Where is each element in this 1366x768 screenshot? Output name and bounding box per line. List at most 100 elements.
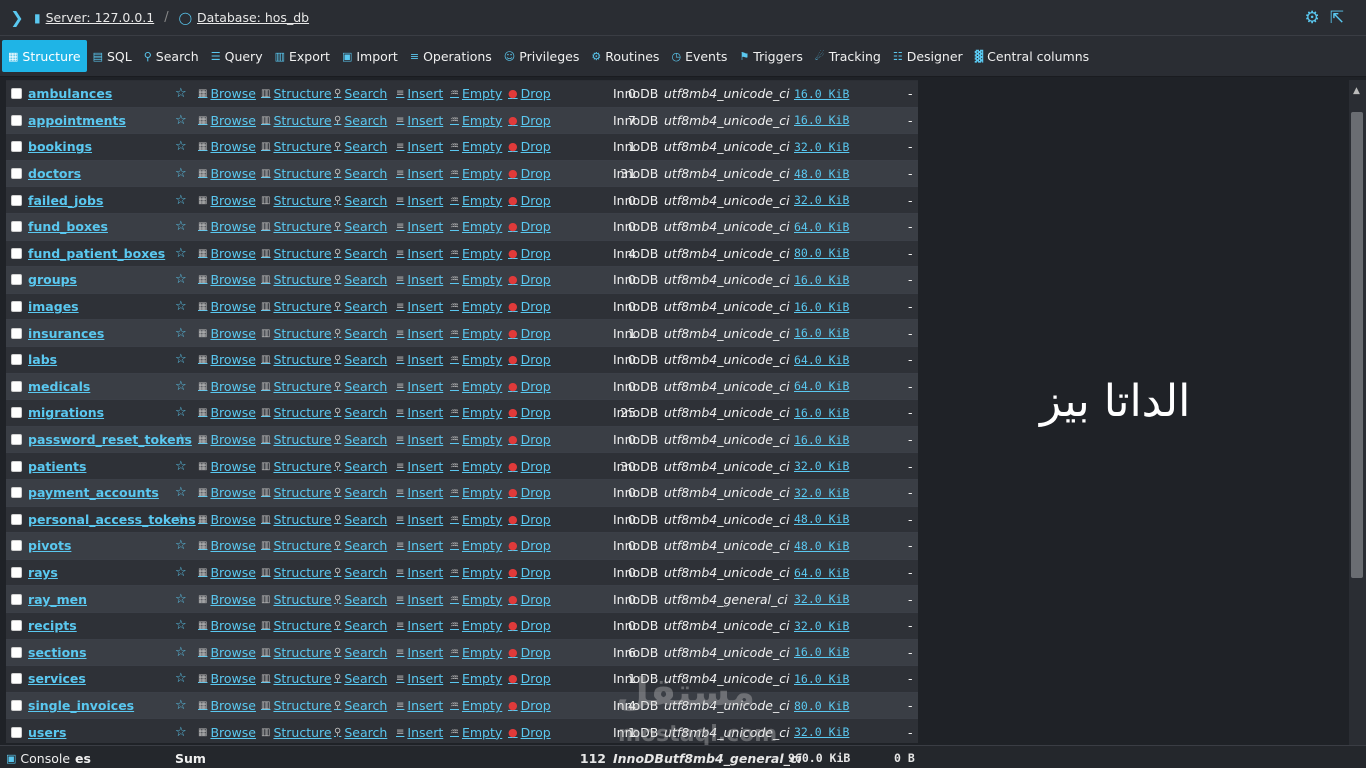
insert-action[interactable]: ≡ Insert bbox=[396, 352, 443, 367]
browse-action[interactable]: ▦ Browse bbox=[198, 645, 256, 660]
search-action[interactable]: ⚲ Search bbox=[334, 219, 387, 234]
row-checkbox[interactable] bbox=[11, 380, 22, 392]
browse-action[interactable]: ▦ Browse bbox=[198, 698, 256, 713]
search-action[interactable]: ⚲ Search bbox=[334, 352, 387, 367]
insert-action[interactable]: ≡ Insert bbox=[396, 113, 443, 128]
empty-action[interactable]: ♒ Empty bbox=[450, 193, 502, 208]
structure-action[interactable]: ▥ Structure bbox=[261, 565, 332, 580]
row-checkbox[interactable] bbox=[11, 673, 22, 685]
table-name-link[interactable]: personal_access_tokens bbox=[28, 512, 196, 527]
table-name-link[interactable]: patients bbox=[28, 459, 86, 474]
favorite-star-icon[interactable]: ☆ bbox=[175, 139, 187, 154]
chevron-right-icon[interactable]: ❯ bbox=[0, 0, 34, 36]
breadcrumb-server[interactable]: ▮ Server: 127.0.0.1 bbox=[34, 10, 154, 25]
empty-action[interactable]: ♒ Empty bbox=[450, 379, 502, 394]
row-checkbox[interactable] bbox=[11, 327, 22, 339]
row-checkbox[interactable] bbox=[11, 700, 22, 712]
row-checkbox[interactable] bbox=[11, 434, 22, 446]
empty-action[interactable]: ♒ Empty bbox=[450, 645, 502, 660]
drop-action[interactable]: ● Drop bbox=[508, 698, 551, 713]
table-name-link[interactable]: ambulances bbox=[28, 86, 112, 101]
insert-action[interactable]: ≡ Insert bbox=[396, 86, 443, 101]
search-action[interactable]: ⚲ Search bbox=[334, 379, 387, 394]
tab-search[interactable]: ⚲ Search bbox=[138, 40, 205, 72]
empty-action[interactable]: ♒ Empty bbox=[450, 565, 502, 580]
tab-events[interactable]: ◷ Events bbox=[665, 40, 733, 72]
insert-action[interactable]: ≡ Insert bbox=[396, 272, 443, 287]
empty-action[interactable]: ♒ Empty bbox=[450, 326, 502, 341]
size-link[interactable]: 48.0 KiB bbox=[794, 539, 849, 553]
insert-action[interactable]: ≡ Insert bbox=[396, 379, 443, 394]
tab-sql[interactable]: ▤ SQL bbox=[87, 40, 138, 72]
empty-action[interactable]: ♒ Empty bbox=[450, 698, 502, 713]
browse-action[interactable]: ▦ Browse bbox=[198, 246, 256, 261]
drop-action[interactable]: ● Drop bbox=[508, 139, 551, 154]
search-action[interactable]: ⚲ Search bbox=[334, 246, 387, 261]
structure-action[interactable]: ▥ Structure bbox=[261, 485, 332, 500]
favorite-star-icon[interactable]: ☆ bbox=[175, 113, 187, 128]
structure-action[interactable]: ▥ Structure bbox=[261, 166, 332, 181]
browse-action[interactable]: ▦ Browse bbox=[198, 139, 256, 154]
size-link[interactable]: 16.0 KiB bbox=[794, 273, 849, 287]
structure-action[interactable]: ▥ Structure bbox=[261, 272, 332, 287]
drop-action[interactable]: ● Drop bbox=[508, 592, 551, 607]
empty-action[interactable]: ♒ Empty bbox=[450, 725, 502, 740]
size-link[interactable]: 32.0 KiB bbox=[794, 486, 849, 500]
browse-action[interactable]: ▦ Browse bbox=[198, 538, 256, 553]
search-action[interactable]: ⚲ Search bbox=[334, 485, 387, 500]
row-checkbox[interactable] bbox=[11, 194, 22, 206]
favorite-star-icon[interactable]: ☆ bbox=[175, 379, 187, 394]
size-link[interactable]: 32.0 KiB bbox=[794, 725, 849, 739]
structure-action[interactable]: ▥ Structure bbox=[261, 86, 332, 101]
structure-action[interactable]: ▥ Structure bbox=[261, 219, 332, 234]
row-checkbox[interactable] bbox=[11, 620, 22, 632]
browse-action[interactable]: ▦ Browse bbox=[198, 485, 256, 500]
row-checkbox[interactable] bbox=[11, 274, 22, 286]
drop-action[interactable]: ● Drop bbox=[508, 538, 551, 553]
drop-action[interactable]: ● Drop bbox=[508, 565, 551, 580]
insert-action[interactable]: ≡ Insert bbox=[396, 405, 443, 420]
table-name-link[interactable]: bookings bbox=[28, 139, 92, 154]
size-link[interactable]: 16.0 KiB bbox=[794, 300, 849, 314]
empty-action[interactable]: ♒ Empty bbox=[450, 272, 502, 287]
table-name-link[interactable]: ray_men bbox=[28, 592, 87, 607]
browse-action[interactable]: ▦ Browse bbox=[198, 405, 256, 420]
browse-action[interactable]: ▦ Browse bbox=[198, 512, 256, 527]
search-action[interactable]: ⚲ Search bbox=[334, 459, 387, 474]
structure-action[interactable]: ▥ Structure bbox=[261, 139, 332, 154]
browse-action[interactable]: ▦ Browse bbox=[198, 299, 256, 314]
drop-action[interactable]: ● Drop bbox=[508, 485, 551, 500]
favorite-star-icon[interactable]: ☆ bbox=[175, 432, 187, 447]
empty-action[interactable]: ♒ Empty bbox=[450, 299, 502, 314]
browse-action[interactable]: ▦ Browse bbox=[198, 432, 256, 447]
structure-action[interactable]: ▥ Structure bbox=[261, 326, 332, 341]
favorite-star-icon[interactable]: ☆ bbox=[175, 725, 187, 740]
drop-action[interactable]: ● Drop bbox=[508, 405, 551, 420]
table-name-link[interactable]: users bbox=[28, 725, 66, 740]
favorite-star-icon[interactable]: ☆ bbox=[175, 485, 187, 500]
table-name-link[interactable]: pivots bbox=[28, 538, 71, 553]
row-checkbox[interactable] bbox=[11, 221, 22, 233]
structure-action[interactable]: ▥ Structure bbox=[261, 432, 332, 447]
browse-action[interactable]: ▦ Browse bbox=[198, 565, 256, 580]
insert-action[interactable]: ≡ Insert bbox=[396, 326, 443, 341]
drop-action[interactable]: ● Drop bbox=[508, 193, 551, 208]
empty-action[interactable]: ♒ Empty bbox=[450, 512, 502, 527]
empty-action[interactable]: ♒ Empty bbox=[450, 592, 502, 607]
search-action[interactable]: ⚲ Search bbox=[334, 166, 387, 181]
insert-action[interactable]: ≡ Insert bbox=[396, 698, 443, 713]
search-action[interactable]: ⚲ Search bbox=[334, 538, 387, 553]
drop-action[interactable]: ● Drop bbox=[508, 512, 551, 527]
row-checkbox[interactable] bbox=[11, 301, 22, 313]
row-checkbox[interactable] bbox=[11, 540, 22, 552]
search-action[interactable]: ⚲ Search bbox=[334, 193, 387, 208]
favorite-star-icon[interactable]: ☆ bbox=[175, 166, 187, 181]
insert-action[interactable]: ≡ Insert bbox=[396, 246, 443, 261]
size-link[interactable]: 32.0 KiB bbox=[794, 140, 849, 154]
empty-action[interactable]: ♒ Empty bbox=[450, 405, 502, 420]
search-action[interactable]: ⚲ Search bbox=[334, 432, 387, 447]
favorite-star-icon[interactable]: ☆ bbox=[175, 272, 187, 287]
browse-action[interactable]: ▦ Browse bbox=[198, 166, 256, 181]
structure-action[interactable]: ▥ Structure bbox=[261, 698, 332, 713]
empty-action[interactable]: ♒ Empty bbox=[450, 538, 502, 553]
